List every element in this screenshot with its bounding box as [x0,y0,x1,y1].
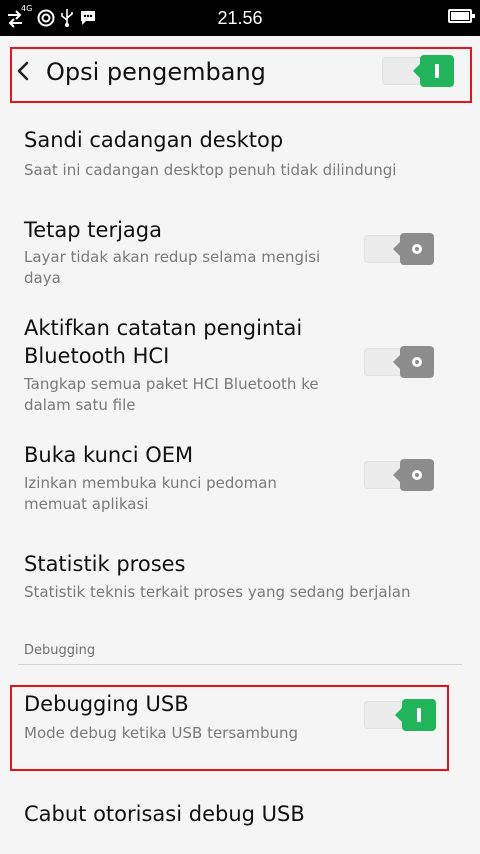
setting-summary: Layar tidak akan redup selama mengisi da… [24,248,321,287]
setting-title: Statistik proses [24,552,186,576]
setting-title: Cabut otorisasi debug USB [24,802,305,826]
setting-summary: Tangkap semua paket HCI Bluetooth ke dal… [24,375,319,414]
setting-title: Sandi cadangan desktop [24,128,284,152]
highlight-box-app-bar [10,47,472,103]
setting-title: Buka kunci OEM [24,443,194,467]
setting-summary: Izinkan membuka kunci pedoman memuat apl… [24,474,277,513]
setting-title: Aktifkan catatan pengintai Bluetooth HCI [24,316,303,368]
section-divider [18,664,462,665]
setting-summary: Saat ini cadangan desktop penuh tidak di… [24,161,397,179]
setting-process-stats[interactable]: Statistik proses Statistik teknis terkai… [0,530,480,630]
battery-icon [448,9,475,23]
setting-oem-unlock[interactable]: Buka kunci OEM Izinkan membuka kunci ped… [0,430,480,530]
bluetooth-hci-toggle[interactable] [364,346,438,378]
oem-unlock-toggle[interactable] [364,459,438,491]
section-header-debugging: Debugging [24,643,96,658]
stay-awake-toggle[interactable] [364,233,438,265]
setting-stay-awake[interactable]: Tetap terjaga Layar tidak akan redup sel… [0,200,480,300]
status-time: 21.56 [217,8,263,28]
setting-backup-password[interactable]: Sandi cadangan desktop Saat ini cadangan… [0,110,480,200]
setting-summary: Statistik teknis terkait proses yang sed… [24,583,411,601]
setting-bluetooth-hci-snoop-log[interactable]: Aktifkan catatan pengintai Bluetooth HCI… [0,300,480,430]
setting-revoke-usb-debug-auth[interactable]: Cabut otorisasi debug USB [0,780,480,854]
status-bar: 4G 21.56 [0,0,480,36]
setting-title: Tetap terjaga [24,218,162,242]
highlight-box-usb-debugging [10,685,449,771]
